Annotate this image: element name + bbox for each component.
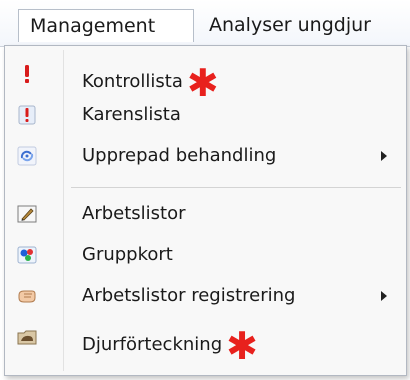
menu-item-gruppkort[interactable]: Gruppkort <box>11 236 399 274</box>
menu-separator <box>71 187 401 188</box>
menu-management[interactable]: Management <box>18 9 194 42</box>
menu-item-label: Upprepad behandling <box>82 145 277 166</box>
menu-item-label: Gruppkort <box>82 244 173 265</box>
management-dropdown: Kontrollista ✱ Karenslista Upprepad behan… <box>4 45 407 376</box>
repeat-treatment-icon <box>17 146 37 166</box>
menu-item-label: Kontrollista ✱ <box>82 61 219 105</box>
menu-item-upprepad-behandling[interactable]: Upprepad behandling <box>11 137 399 175</box>
menu-item-djurforteckning[interactable]: Djurförteckning ✱ <box>11 318 399 365</box>
menu-item-karenslista[interactable]: Karenslista <box>11 96 399 134</box>
menu-item-kontrollista[interactable]: Kontrollista ✱ <box>11 55 399 102</box>
menu-analyser-ungdjur[interactable]: Analyser ungdjur <box>198 9 382 42</box>
required-asterisk-icon: ✱ <box>226 324 258 368</box>
menu-item-label: Arbetslistor registrering <box>82 285 296 306</box>
group-dots-icon <box>17 245 37 265</box>
menu-item-label: Djurförteckning ✱ <box>82 324 258 368</box>
exclamation-flag-icon <box>17 105 37 125</box>
submenu-arrow-icon <box>381 291 387 301</box>
menu-item-arbetslistor[interactable]: Arbetslistor <box>11 195 399 233</box>
submenu-arrow-icon <box>381 151 387 161</box>
hand-register-icon <box>17 286 37 306</box>
menu-item-arbetslistor-registrering[interactable]: Arbetslistor registrering <box>11 277 399 315</box>
menu-item-label: Karenslista <box>82 104 181 125</box>
menubar: Management Analyser ungdjur <box>0 0 410 47</box>
pen-list-icon <box>17 204 37 224</box>
menu-item-label: Arbetslistor <box>82 203 186 224</box>
folder-cow-icon <box>17 327 37 347</box>
exclamation-icon <box>17 64 37 84</box>
